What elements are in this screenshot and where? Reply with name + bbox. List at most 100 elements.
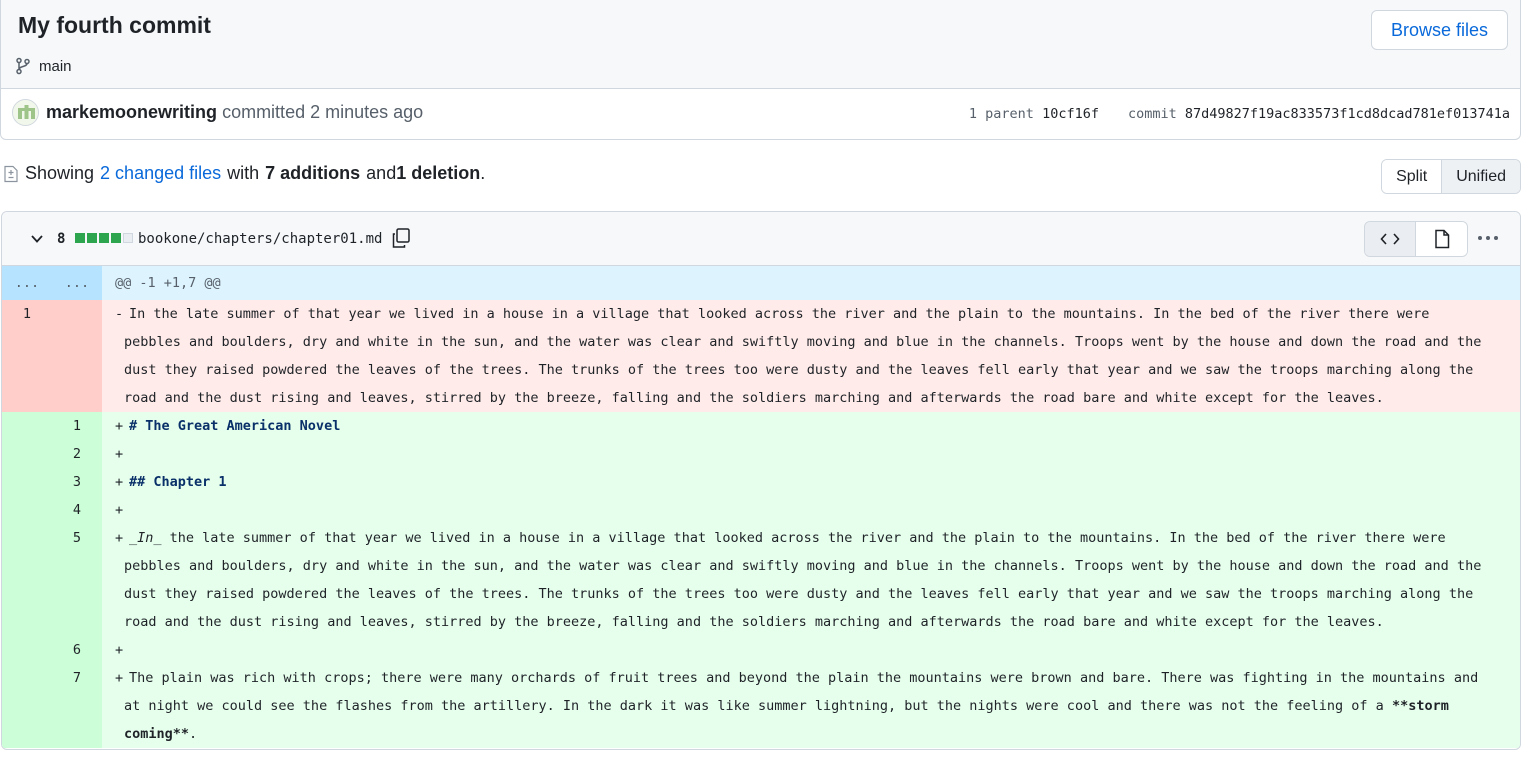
commit-title-bar: My fourth commit main Browse files	[1, 0, 1520, 89]
new-line-number[interactable]: 5	[52, 524, 102, 636]
diff-row-added[interactable]: 6 +	[2, 636, 1520, 664]
new-line-number[interactable]: 4	[52, 496, 102, 524]
summary-with: with	[227, 163, 260, 183]
added-line-text: + The plain was rich with crops; there we…	[102, 664, 1520, 748]
diff-row-added[interactable]: 5 + _In_ the late summer of that year we …	[2, 524, 1520, 636]
hunk-expand-right[interactable]: ...	[52, 266, 102, 300]
added-line-text: + ## Chapter 1	[102, 468, 1520, 496]
diffstat-block	[99, 233, 109, 243]
deleted-line-part: In the late summer of that year we lived…	[129, 306, 1430, 322]
added-line-part: pebbles and boulders, dry and white in t…	[124, 558, 1482, 574]
diff-marker: +	[115, 502, 124, 518]
split-view-button[interactable]: Split	[1382, 160, 1442, 193]
diff-marker: +	[115, 418, 124, 434]
old-line-number[interactable]	[2, 496, 52, 524]
new-line-number[interactable]: 3	[52, 468, 102, 496]
markdown-emphasis: _In_	[129, 530, 162, 546]
diff-view-toggle: Split Unified	[1381, 159, 1521, 194]
avatar[interactable]	[12, 99, 39, 126]
diff-marker: +	[115, 670, 124, 686]
added-line-part: The plain was rich with crops; there wer…	[129, 670, 1479, 686]
file-view-buttons	[1364, 221, 1468, 257]
parent-sha-link[interactable]: 10cf16f	[1042, 106, 1099, 122]
view-code-button[interactable]	[1365, 222, 1417, 256]
new-line-number[interactable]: 6	[52, 636, 102, 664]
diff-row-added[interactable]: 7 + The plain was rich with crops; there …	[2, 664, 1520, 748]
markdown-strong: coming**	[124, 726, 190, 742]
commit-label: commit	[1127, 106, 1177, 122]
file-diff-icon	[4, 165, 18, 182]
markdown-heading: ## Chapter 1	[129, 474, 227, 490]
diff-row-deleted[interactable]: 1 - In the late summer of that year we li…	[2, 300, 1520, 412]
deleted-line-part: pebbles and boulders, dry and white in t…	[124, 334, 1482, 350]
markdown-heading: # The Great American Novel	[129, 418, 341, 434]
copy-icon[interactable]	[391, 227, 411, 249]
branch-indicator[interactable]: main	[15, 57, 72, 75]
old-line-number[interactable]	[2, 412, 52, 440]
changed-files-link[interactable]: 2 changed files	[100, 163, 221, 184]
author-link[interactable]: markemoonewriting	[46, 102, 217, 122]
file-header: 8 bookone/chapters/chapter01.md	[2, 212, 1520, 266]
added-line-text: + # The Great American Novel	[102, 412, 1520, 440]
diff-row-added[interactable]: 4 +	[2, 496, 1520, 524]
old-line-number[interactable]: 1	[2, 300, 52, 412]
hunk-expand-left[interactable]: ...	[2, 266, 52, 300]
diff-row-added[interactable]: 1 + # The Great American Novel	[2, 412, 1520, 440]
added-line-text: +	[102, 636, 1520, 664]
diff-body: ... ... @@ -1 +1,7 @@ 1 - In the late sum…	[2, 266, 1520, 748]
additions-count: 7 additions	[265, 163, 361, 183]
deleted-line-part: road and the dust rising and leaves, sti…	[124, 390, 1384, 406]
diffstat-block	[87, 233, 97, 243]
commit-header: My fourth commit main Browse files marke…	[0, 0, 1521, 140]
hunk-header-row[interactable]: ... ... @@ -1 +1,7 @@	[2, 266, 1520, 300]
commit-title: My fourth commit	[18, 12, 211, 38]
added-line-part: dust they raised powdered the leaves of …	[124, 586, 1474, 602]
diff-marker: +	[115, 474, 124, 490]
new-line-number[interactable]: 2	[52, 440, 102, 468]
added-line-part: .	[189, 726, 198, 742]
added-line-part: the late summer of that year we lived in…	[161, 530, 1446, 546]
committed-label: committed	[222, 102, 306, 122]
deleted-line-part: dust they raised powdered the leaves of …	[124, 362, 1474, 378]
old-line-number[interactable]	[2, 440, 52, 468]
added-line-text: + _In_ the late summer of that year we li…	[102, 524, 1520, 636]
git-branch-icon	[16, 57, 30, 75]
summary-and: and	[366, 163, 397, 183]
added-line-part: at night we could see the flashes from t…	[115, 692, 1508, 720]
file-diff: 8 bookone/chapters/chapter01.md ... ... …	[1, 211, 1521, 750]
kebab-horizontal-icon[interactable]	[1476, 228, 1500, 248]
view-file-button[interactable]	[1416, 222, 1467, 256]
summary-period: .	[480, 163, 486, 183]
code-icon	[1380, 233, 1400, 245]
commit-time: 2 minutes ago	[310, 102, 424, 122]
markdown-strong: **storm	[1391, 698, 1449, 714]
old-line-number[interactable]	[2, 664, 52, 748]
unified-view-button[interactable]: Unified	[1441, 160, 1520, 193]
diff-marker: +	[115, 446, 124, 462]
browse-files-button[interactable]: Browse files	[1371, 10, 1508, 50]
author-line: markemoonewriting committed 2 minutes ag…	[46, 102, 423, 123]
diff-marker: +	[115, 530, 124, 546]
deleted-line-text: - In the late summer of that year we live…	[102, 300, 1520, 412]
diff-summary: Showing 2 changed files with 7 additions…	[3, 163, 485, 184]
diffstat-block	[75, 233, 85, 243]
parent-label: 1 parent	[968, 106, 1034, 122]
diff-marker: +	[115, 642, 124, 658]
hunk-header: @@ -1 +1,7 @@	[115, 275, 221, 291]
file-path[interactable]: bookone/chapters/chapter01.md	[138, 231, 382, 247]
branch-name: main	[39, 57, 72, 75]
diff-row-added[interactable]: 3 + ## Chapter 1	[2, 468, 1520, 496]
deletions-count: 1 deletion	[396, 163, 481, 183]
commit-sha-info: 1 parent 10cf16f commit 87d49827f19ac833…	[969, 106, 1510, 122]
old-line-number[interactable]	[2, 636, 52, 664]
chevron-down-icon[interactable]	[30, 233, 44, 245]
new-line-number[interactable]: 7	[52, 664, 102, 748]
old-line-number[interactable]	[2, 524, 52, 636]
commit-sha: 87d49827f19ac833573f1cd8dcad781ef013741a	[1184, 106, 1510, 122]
new-line-number[interactable]: 1	[52, 412, 102, 440]
old-line-number[interactable]	[2, 468, 52, 496]
diff-row-added[interactable]: 2 +	[2, 440, 1520, 468]
new-line-number[interactable]	[52, 300, 102, 412]
file-icon	[1434, 229, 1449, 249]
summary-prefix: Showing	[25, 163, 95, 183]
